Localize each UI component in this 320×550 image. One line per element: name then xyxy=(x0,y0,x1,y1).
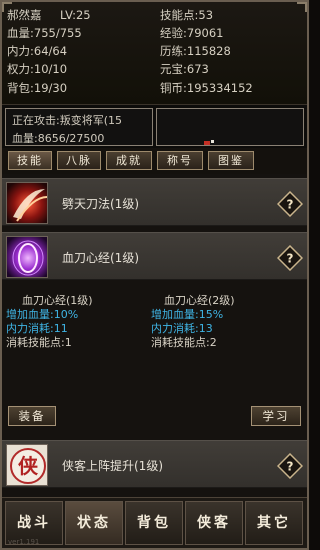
skill-name: 血刀心经(1级) xyxy=(62,251,139,265)
tab-titles[interactable]: 称号 xyxy=(157,151,203,170)
bottom-nav: 战斗 状态 背包 侠客 其它 xyxy=(2,497,307,548)
tab-codex[interactable]: 图鉴 xyxy=(208,151,254,170)
mp-stat: 内力:64/64 xyxy=(7,44,68,58)
skill-row[interactable]: 血刀心经(1级) ? xyxy=(2,232,307,280)
power-stat: 权力:10/10 xyxy=(7,62,68,76)
yuanbao-stat: 元宝:673 xyxy=(160,62,209,76)
battle-map[interactable] xyxy=(156,108,304,146)
help-icon[interactable]: ? xyxy=(276,244,304,272)
copper-stat: 铜币:195334152 xyxy=(160,81,253,95)
enemy-hp: 血量:8656/27500 xyxy=(12,132,105,145)
player-marker xyxy=(211,140,214,143)
learn-button[interactable]: 学习 xyxy=(251,406,301,426)
battle-log[interactable]: 正在攻击:叛变将军(15 血量:8656/27500 xyxy=(5,108,153,146)
character-stats-panel: 郝然嘉 LV:25 技能点:53 血量:755/755 经验:79061 内力:… xyxy=(2,2,307,104)
tab-skills[interactable]: 技能 xyxy=(8,151,52,170)
current-sp-cost: 消耗技能点:1 xyxy=(6,336,72,349)
tab-bar: 技能 八脉 成就 称号 图鉴 xyxy=(2,148,307,174)
skill-name: 劈天刀法(1级) xyxy=(62,197,139,211)
skill-points: 技能点:53 xyxy=(160,8,214,22)
equip-button[interactable]: 装备 xyxy=(8,406,56,426)
tab-meridians[interactable]: 八脉 xyxy=(57,151,101,170)
help-icon[interactable]: ? xyxy=(276,190,304,218)
blade-slash-icon xyxy=(6,182,48,224)
skill-name: 侠客上阵提升(1级) xyxy=(62,459,163,473)
hp-stat: 血量:755/755 xyxy=(7,26,82,40)
character-name: 郝然嘉 xyxy=(7,8,42,22)
version-label: ver1.191 xyxy=(8,538,40,546)
xia-glyph: 侠 xyxy=(18,454,39,478)
bag-stat: 背包:19/30 xyxy=(7,81,68,95)
help-icon[interactable]: ? xyxy=(276,452,304,480)
tab-achievements[interactable]: 成就 xyxy=(106,151,152,170)
purple-aura-icon xyxy=(6,236,48,278)
next-sp-cost: 消耗技能点:2 xyxy=(151,336,217,349)
character-level: LV:25 xyxy=(60,8,91,22)
nav-bag[interactable]: 背包 xyxy=(125,501,183,545)
nav-heroes[interactable]: 侠客 xyxy=(185,501,243,545)
passive-skill-row[interactable]: 侠 侠客上阵提升(1级) ? xyxy=(2,440,307,488)
skill-row[interactable]: 劈天刀法(1级) ? xyxy=(2,178,307,226)
nav-other[interactable]: 其它 xyxy=(245,501,303,545)
battle-panel: 正在攻击:叛变将军(15 血量:8656/27500 xyxy=(2,104,307,148)
skill-detail-panel: 血刀心经(1级) 增加血量:10% 内力消耗:11 消耗技能点:1 血刀心经(2… xyxy=(2,285,307,435)
svg-text:?: ? xyxy=(287,252,294,266)
nav-status[interactable]: 状态 xyxy=(65,501,123,545)
attack-target: 正在攻击:叛变将军(15 xyxy=(12,114,122,127)
svg-text:?: ? xyxy=(287,460,294,474)
enemy-marker xyxy=(204,141,210,145)
svg-text:?: ? xyxy=(287,198,294,212)
exp-stat: 经验:79061 xyxy=(160,26,224,40)
xia-icon: 侠 xyxy=(6,444,48,486)
history-stat: 历练:115828 xyxy=(160,44,231,58)
